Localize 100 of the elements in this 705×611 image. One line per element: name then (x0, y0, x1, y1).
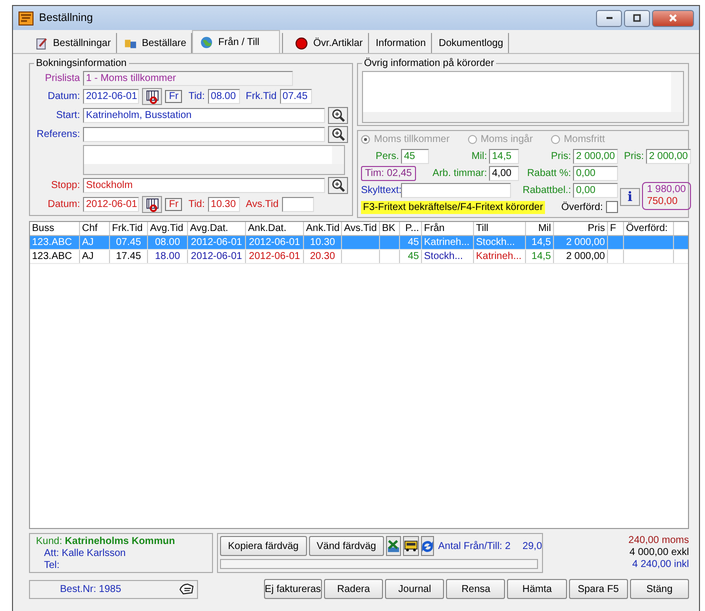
field-label: Tid: (188, 91, 205, 102)
route-count: Antal Från/Till: 2 (438, 540, 511, 552)
column-header[interactable]: Från (424, 223, 445, 234)
minimize-icon (606, 17, 612, 19)
column-header[interactable]: Pris (588, 223, 605, 234)
tab[interactable]: Övr.Artiklar (282, 33, 369, 53)
bus-icon (404, 540, 418, 552)
column-header[interactable]: Avg.Tid (150, 223, 184, 234)
search-icon (332, 179, 344, 192)
table-cell: 14,5 (532, 251, 551, 262)
time-field[interactable] (282, 197, 314, 212)
action-button[interactable]: Rensa (446, 579, 506, 599)
column-header[interactable]: Mil (538, 223, 551, 234)
bus-button[interactable] (403, 536, 420, 556)
column-header[interactable]: Avs.Tid (344, 223, 377, 234)
info-button[interactable]: i (620, 188, 640, 206)
work-hours-field[interactable]: 4,00 (489, 166, 519, 180)
phone-label: Tel: (43, 560, 61, 572)
action-button[interactable]: Stäng (630, 579, 690, 599)
fr-button[interactable]: Fr (165, 90, 182, 103)
field-label: Tid: (188, 199, 205, 210)
export-button[interactable] (386, 536, 402, 556)
column-header[interactable]: Frk.Tid (112, 223, 143, 234)
minimize-button[interactable] (596, 10, 622, 26)
table-cell: 07.45 (116, 237, 142, 248)
time-field[interactable]: 07.45 (280, 89, 312, 104)
close-icon (669, 14, 677, 22)
checkbox[interactable] (606, 201, 618, 213)
column-header[interactable]: Överförd: (626, 223, 668, 234)
field-label: Start: (55, 110, 80, 121)
app-icon (18, 10, 34, 26)
table-cell: Katrineh... (476, 251, 522, 262)
close-button[interactable] (652, 10, 694, 26)
sign-text-field[interactable] (401, 182, 511, 198)
field-label: Datum: (46, 91, 80, 102)
distance-field[interactable]: 14,5 (489, 148, 519, 164)
field-label: Avs.Tid (246, 199, 279, 210)
order-number: Best.Nr: 1985 (60, 584, 122, 594)
table-cell: 45 (408, 237, 419, 248)
hours-display: Tim: 02,45 (361, 166, 416, 180)
time-field[interactable]: 10.30 (208, 197, 240, 212)
table-cell: 2012-06-01 (248, 251, 300, 262)
window-title: Beställning (39, 12, 93, 24)
action-button[interactable]: Journal (385, 579, 444, 599)
table-cell: 20.30 (310, 251, 336, 262)
search-button[interactable] (328, 107, 348, 124)
search-button[interactable] (328, 126, 348, 143)
price-field[interactable]: 2 000,00 (646, 148, 691, 164)
amount-incl: 4 240,00 inkl (632, 559, 689, 571)
price-list-field[interactable]: 1 - Moms tillkommer (83, 71, 293, 86)
group-title: Bokningsinformation (35, 58, 128, 69)
price-field[interactable]: 2 000,00 (573, 148, 618, 164)
column-header[interactable]: Till (476, 223, 488, 234)
field-label: Rabatt %: (526, 168, 571, 178)
amount-excl: 4 000,00 exkl (630, 547, 689, 559)
field-label: Frk.Tid (246, 91, 277, 102)
maximize-button[interactable] (624, 10, 650, 26)
date-field[interactable]: 2012-06-01 (83, 89, 139, 104)
start-field[interactable]: Katrineholm, Busstation (83, 108, 325, 123)
calendar-button[interactable] (142, 88, 162, 105)
action-button[interactable]: Radera (324, 579, 384, 599)
column-header[interactable]: Buss (32, 223, 54, 234)
table-cell: 45 (408, 251, 419, 262)
discount-amount-field[interactable]: 0,00 (573, 182, 618, 198)
table-cell: Stockh... (424, 251, 463, 262)
column-header[interactable]: P... (405, 223, 419, 234)
group-title: Övrig information på körorder (363, 58, 496, 69)
search-button[interactable] (328, 177, 348, 194)
table-cell: 14,5 (532, 237, 551, 248)
column-header[interactable]: Ank.Dat. (248, 223, 286, 234)
persons-field[interactable]: 45 (401, 148, 429, 164)
route-button[interactable]: Vänd färdväg (308, 536, 384, 556)
column-header[interactable]: F (610, 223, 616, 234)
table-cell: 08.00 (154, 237, 180, 248)
discount-field[interactable]: 0,00 (573, 166, 618, 180)
route-button[interactable]: Kopiera färdväg (220, 536, 307, 556)
field-label: Referens: (36, 129, 80, 140)
field-label: Pris: (624, 150, 644, 162)
tab[interactable]: Från / Till (192, 30, 280, 53)
stop-field[interactable]: Stockholm (83, 178, 325, 193)
table-cell: 2012-06-01 (190, 251, 242, 262)
action-button[interactable]: Spara F5 (568, 579, 628, 599)
column-header[interactable]: Ank.Tid (306, 223, 340, 234)
column-header[interactable]: BK (382, 223, 396, 234)
date-field[interactable]: 2012-06-01 (83, 197, 139, 212)
field-label: Kund: (36, 536, 62, 547)
refresh-button[interactable] (421, 536, 434, 556)
notepad-icon (35, 36, 48, 50)
action-button[interactable]: Ej faktureras (264, 579, 322, 599)
fr-button[interactable]: Fr (165, 198, 182, 211)
field-label: Överförd: (561, 202, 603, 212)
table-row[interactable]: 123.ABC AJ 17.45 18.00 2012-06-01 2012-06-01 20.30 45 Stockh... Katrineh... 14,5 2 000,00 (30, 250, 688, 264)
column-header[interactable]: Chf (82, 223, 98, 234)
time-field[interactable]: 08.00 (208, 89, 240, 104)
table-cell: 123.ABC (32, 237, 72, 248)
column-header[interactable]: Avg.Dat. (190, 223, 228, 234)
reference-field[interactable] (83, 127, 325, 142)
customer-name: Katrineholms Kommun (64, 536, 175, 547)
calendar-button[interactable] (142, 196, 162, 213)
action-button[interactable]: Hämta (507, 579, 567, 599)
